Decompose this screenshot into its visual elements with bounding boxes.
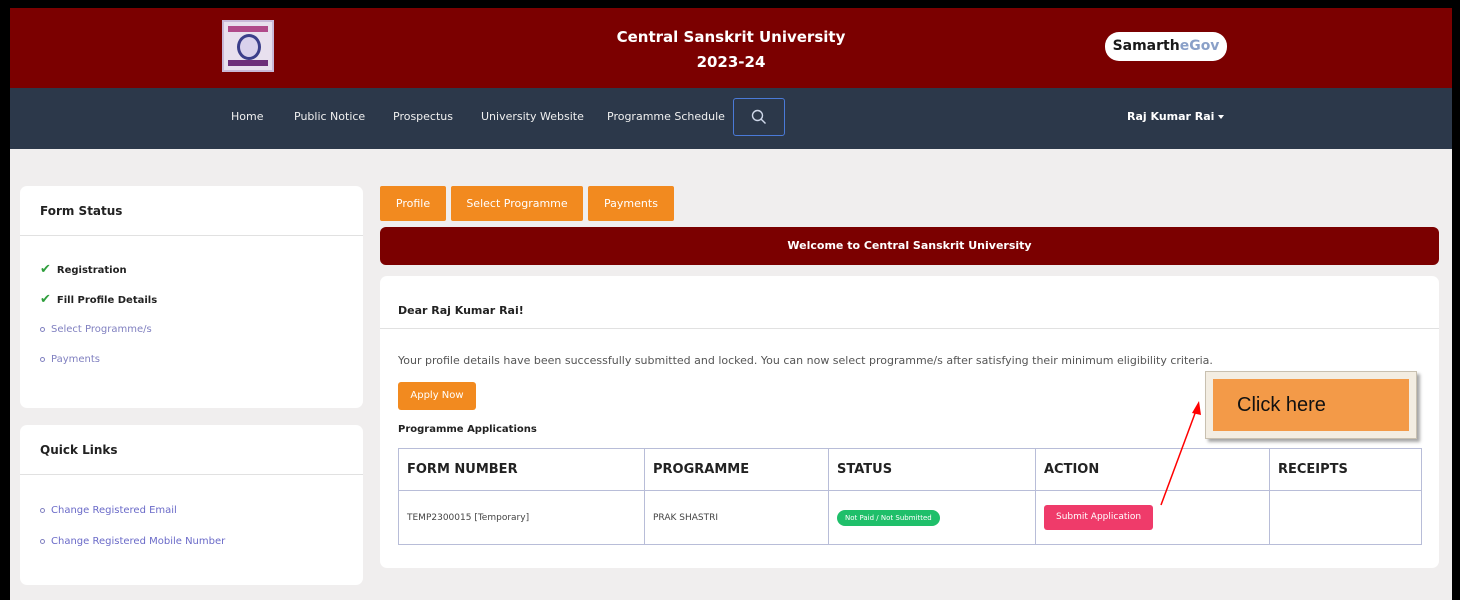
click-here-callout: Click here [1205, 371, 1417, 439]
annotation-arrow-icon [1160, 401, 1201, 506]
callout-label: Click here [1213, 379, 1409, 431]
page: Central Sanskrit University 2023-24 Sama… [10, 8, 1452, 600]
